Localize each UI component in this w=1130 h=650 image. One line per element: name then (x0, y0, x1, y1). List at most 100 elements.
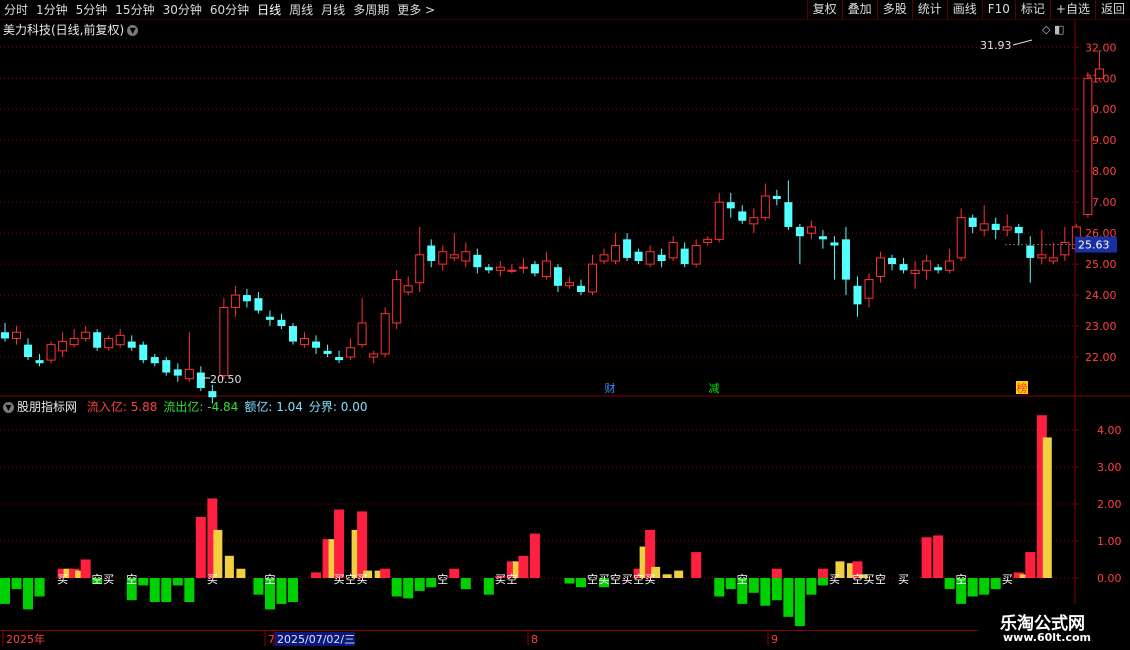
inflow-bar (518, 555, 529, 578)
outflow-bar (725, 578, 736, 590)
price-tick-label: 22.00 (1085, 351, 1117, 364)
inflow-bar (691, 552, 702, 578)
signal-sell: 空 (875, 572, 886, 586)
inflow-bar (529, 533, 540, 578)
outflow-bar (979, 578, 990, 595)
signal-sell: 空 (264, 572, 275, 586)
candle-body-up (864, 279, 874, 299)
outflow-bar (483, 578, 494, 595)
outflow-bar (288, 578, 298, 603)
candle-body-up (81, 331, 91, 339)
candle-body-up (611, 245, 621, 262)
candle-body-up (703, 238, 713, 243)
candle-body-up (357, 322, 367, 346)
candle-body-up (58, 341, 68, 352)
outflow-bar (967, 578, 978, 597)
candle-body-up (230, 294, 240, 308)
outflow-bar (426, 578, 437, 588)
candle-body-up (438, 251, 448, 265)
net-bar (674, 570, 684, 578)
signal-buy: 买 (57, 573, 68, 586)
indicator-name: 股朋指标网 (17, 400, 78, 414)
event-marker-0: 财 (605, 381, 616, 395)
signal-sell: 空 (610, 572, 621, 586)
indicator-fields: 流入亿: 5.88 流出亿: -4.84 额亿: 1.04 分界: 0.00 (81, 400, 368, 414)
candle-body-up (876, 257, 886, 277)
outflow-bar (414, 578, 425, 591)
event-marker-1: 减 (709, 382, 720, 395)
candle-body-up (806, 226, 816, 234)
candle-body-up (300, 337, 310, 346)
outflow-bar (748, 578, 759, 593)
signal-buy: 买 (103, 573, 114, 586)
candle-body-down (93, 332, 102, 348)
candle-body-down (680, 248, 689, 265)
candle-body-up (380, 313, 390, 355)
candle-body-down (657, 254, 666, 262)
signal-sell: 空 (506, 572, 517, 586)
candle-body-up (415, 254, 425, 284)
candle-body-down (818, 236, 827, 240)
candle-body-down (772, 195, 781, 200)
candle-body-up (46, 344, 56, 361)
candle-body-up (691, 245, 701, 265)
outflow-bar (460, 578, 471, 590)
outflow-bar (760, 578, 771, 606)
candle-body-down (577, 285, 585, 292)
candle-body-up (1094, 68, 1104, 79)
watermark-line2: www.60lt.com (1003, 631, 1092, 644)
candle-body-down (634, 251, 643, 262)
indicator-tick-label: 1.00 (1097, 535, 1122, 548)
candle-body-up (599, 254, 609, 262)
candle-body-down (1, 332, 9, 339)
candle-body-up (945, 260, 955, 271)
candle-body-down (473, 254, 482, 268)
candle-body-down (738, 211, 747, 221)
candle-body-up (346, 347, 356, 358)
candle-body-down (208, 391, 217, 398)
current-price-label: 25.63 (1078, 239, 1110, 252)
candle-body-down (139, 344, 148, 361)
candle-body-up (956, 217, 966, 259)
candle-body-up (104, 337, 114, 349)
candle-body-down (277, 319, 286, 327)
outflow-bar (0, 578, 10, 604)
candle-body-down (830, 242, 839, 246)
candle-body-up (564, 282, 574, 287)
candle-body-up (760, 195, 770, 219)
candle-body-down (265, 316, 274, 320)
outflow-bar (806, 578, 817, 595)
chart-canvas[interactable]: 32.0031.0030.0029.0028.0027.0026.0025.00… (0, 0, 1130, 650)
chevron-down-icon[interactable]: ▼ (3, 402, 14, 413)
inflow-bar (771, 568, 782, 578)
outflow-bar (990, 578, 1001, 590)
inflow-bar (817, 568, 828, 578)
outflow-bar (276, 578, 287, 604)
signal-sell: 空 (737, 572, 748, 586)
candle-body-down (968, 217, 977, 227)
candle-body-down (162, 360, 171, 373)
signal-buy: 买 (829, 573, 840, 586)
candle-body-up (495, 266, 505, 271)
candle-body-down (242, 295, 251, 302)
candle-body-down (1026, 245, 1035, 258)
outflow-bar (172, 578, 183, 586)
signal-buy: 买 (864, 573, 875, 586)
indicator-tick-label: 3.00 (1097, 461, 1122, 474)
candle-body-down (623, 239, 632, 258)
signal-buy: 买 (357, 573, 368, 586)
indicator-tick-label: 4.00 (1097, 424, 1122, 437)
candle-body-down (1014, 226, 1023, 234)
candle-body-down (150, 357, 159, 364)
price-tick-label: 32.00 (1085, 41, 1117, 54)
signal-sell: 空 (126, 572, 137, 586)
candle-body-down (888, 257, 897, 265)
signal-sell: 空 (345, 572, 356, 586)
candle-body-up (184, 368, 194, 380)
high-price-arrow (1012, 39, 1033, 46)
candle-body-up (392, 279, 402, 324)
outflow-bar (23, 578, 34, 610)
signal-sell: 空 (633, 572, 644, 586)
signal-sell: 空 (437, 572, 448, 586)
signal-buy: 买 (207, 573, 218, 586)
